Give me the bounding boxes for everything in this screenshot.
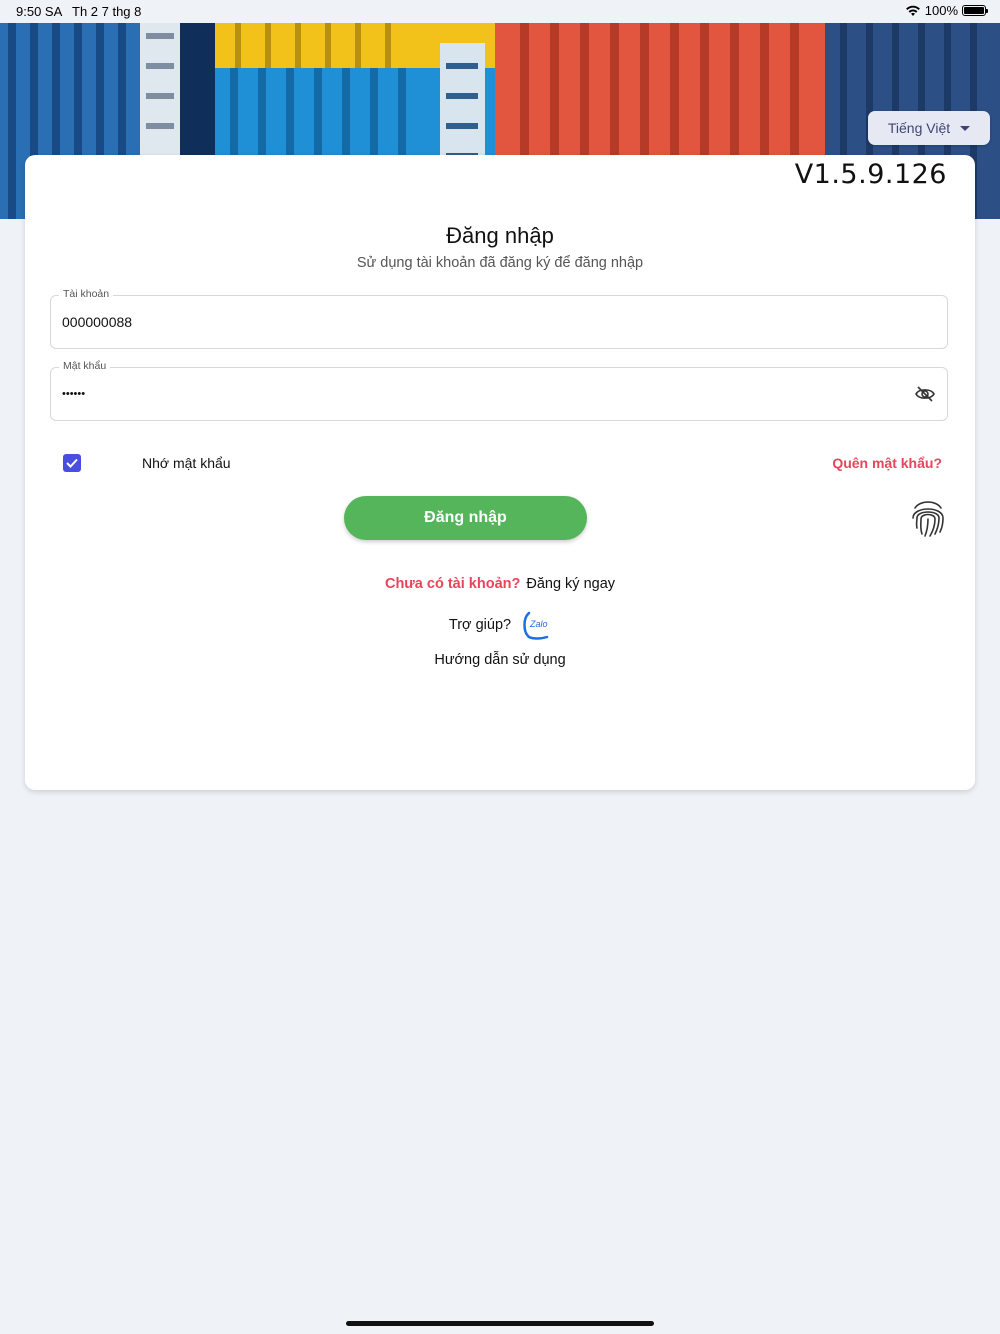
password-value[interactable]: •••••• (62, 388, 85, 400)
page-title: Đăng nhập (446, 223, 554, 248)
password-label: Mật khẩu (59, 360, 111, 372)
check-icon (66, 458, 78, 468)
remember-checkbox[interactable] (63, 454, 81, 472)
username-label: Tài khoản (59, 288, 114, 300)
remember-label[interactable]: Nhớ mật khẩu (142, 455, 231, 471)
signup-question: Chưa có tài khoản? (384, 576, 521, 592)
page-subtitle: Sử dụng tài khoản đã đăng ký để đăng nhậ… (356, 255, 644, 271)
battery-percent: 100% (924, 3, 958, 18)
status-time: 9:50 SA (16, 4, 63, 19)
language-dropdown[interactable]: Tiếng Việt (868, 111, 990, 145)
fingerprint-icon[interactable] (910, 498, 946, 538)
app-version: V1.5.9.126 (794, 159, 947, 190)
user-guide-link[interactable]: Hướng dẫn sử dụng (25, 652, 975, 668)
help-row: Trợ giúp? Zalo (25, 610, 975, 640)
login-button[interactable]: Đăng nhập (344, 496, 587, 540)
help-label: Trợ giúp? (448, 617, 512, 633)
signup-row: Chưa có tài khoản? Đăng ký ngay (25, 576, 975, 592)
caret-down-icon (960, 125, 971, 131)
username-value[interactable]: 000000088 (62, 314, 132, 330)
eye-off-icon[interactable] (915, 385, 935, 403)
zalo-icon[interactable]: Zalo (521, 610, 551, 640)
status-right: 100% (905, 3, 988, 18)
battery-icon (962, 5, 988, 16)
home-indicator (346, 1321, 654, 1326)
username-field[interactable]: Tài khoản 000000088 (50, 288, 948, 349)
status-date: Th 2 7 thg 8 (72, 4, 142, 19)
wifi-icon (905, 5, 920, 16)
login-button-label: Đăng nhập (424, 509, 507, 526)
signup-link[interactable]: Đăng ký ngay (526, 576, 615, 592)
language-label: Tiếng Việt (887, 120, 951, 136)
forgot-password-link[interactable]: Quên mật khẩu? (832, 455, 942, 471)
status-bar: 9:50 SA Th 2 7 thg 8 100% (0, 0, 1000, 23)
password-field[interactable]: Mật khẩu •••••• (50, 360, 948, 421)
zalo-icon-text: Zalo (529, 619, 548, 629)
login-card: V1.5.9.126 Đăng nhập Sử dụng tài khoản đ… (25, 155, 975, 790)
